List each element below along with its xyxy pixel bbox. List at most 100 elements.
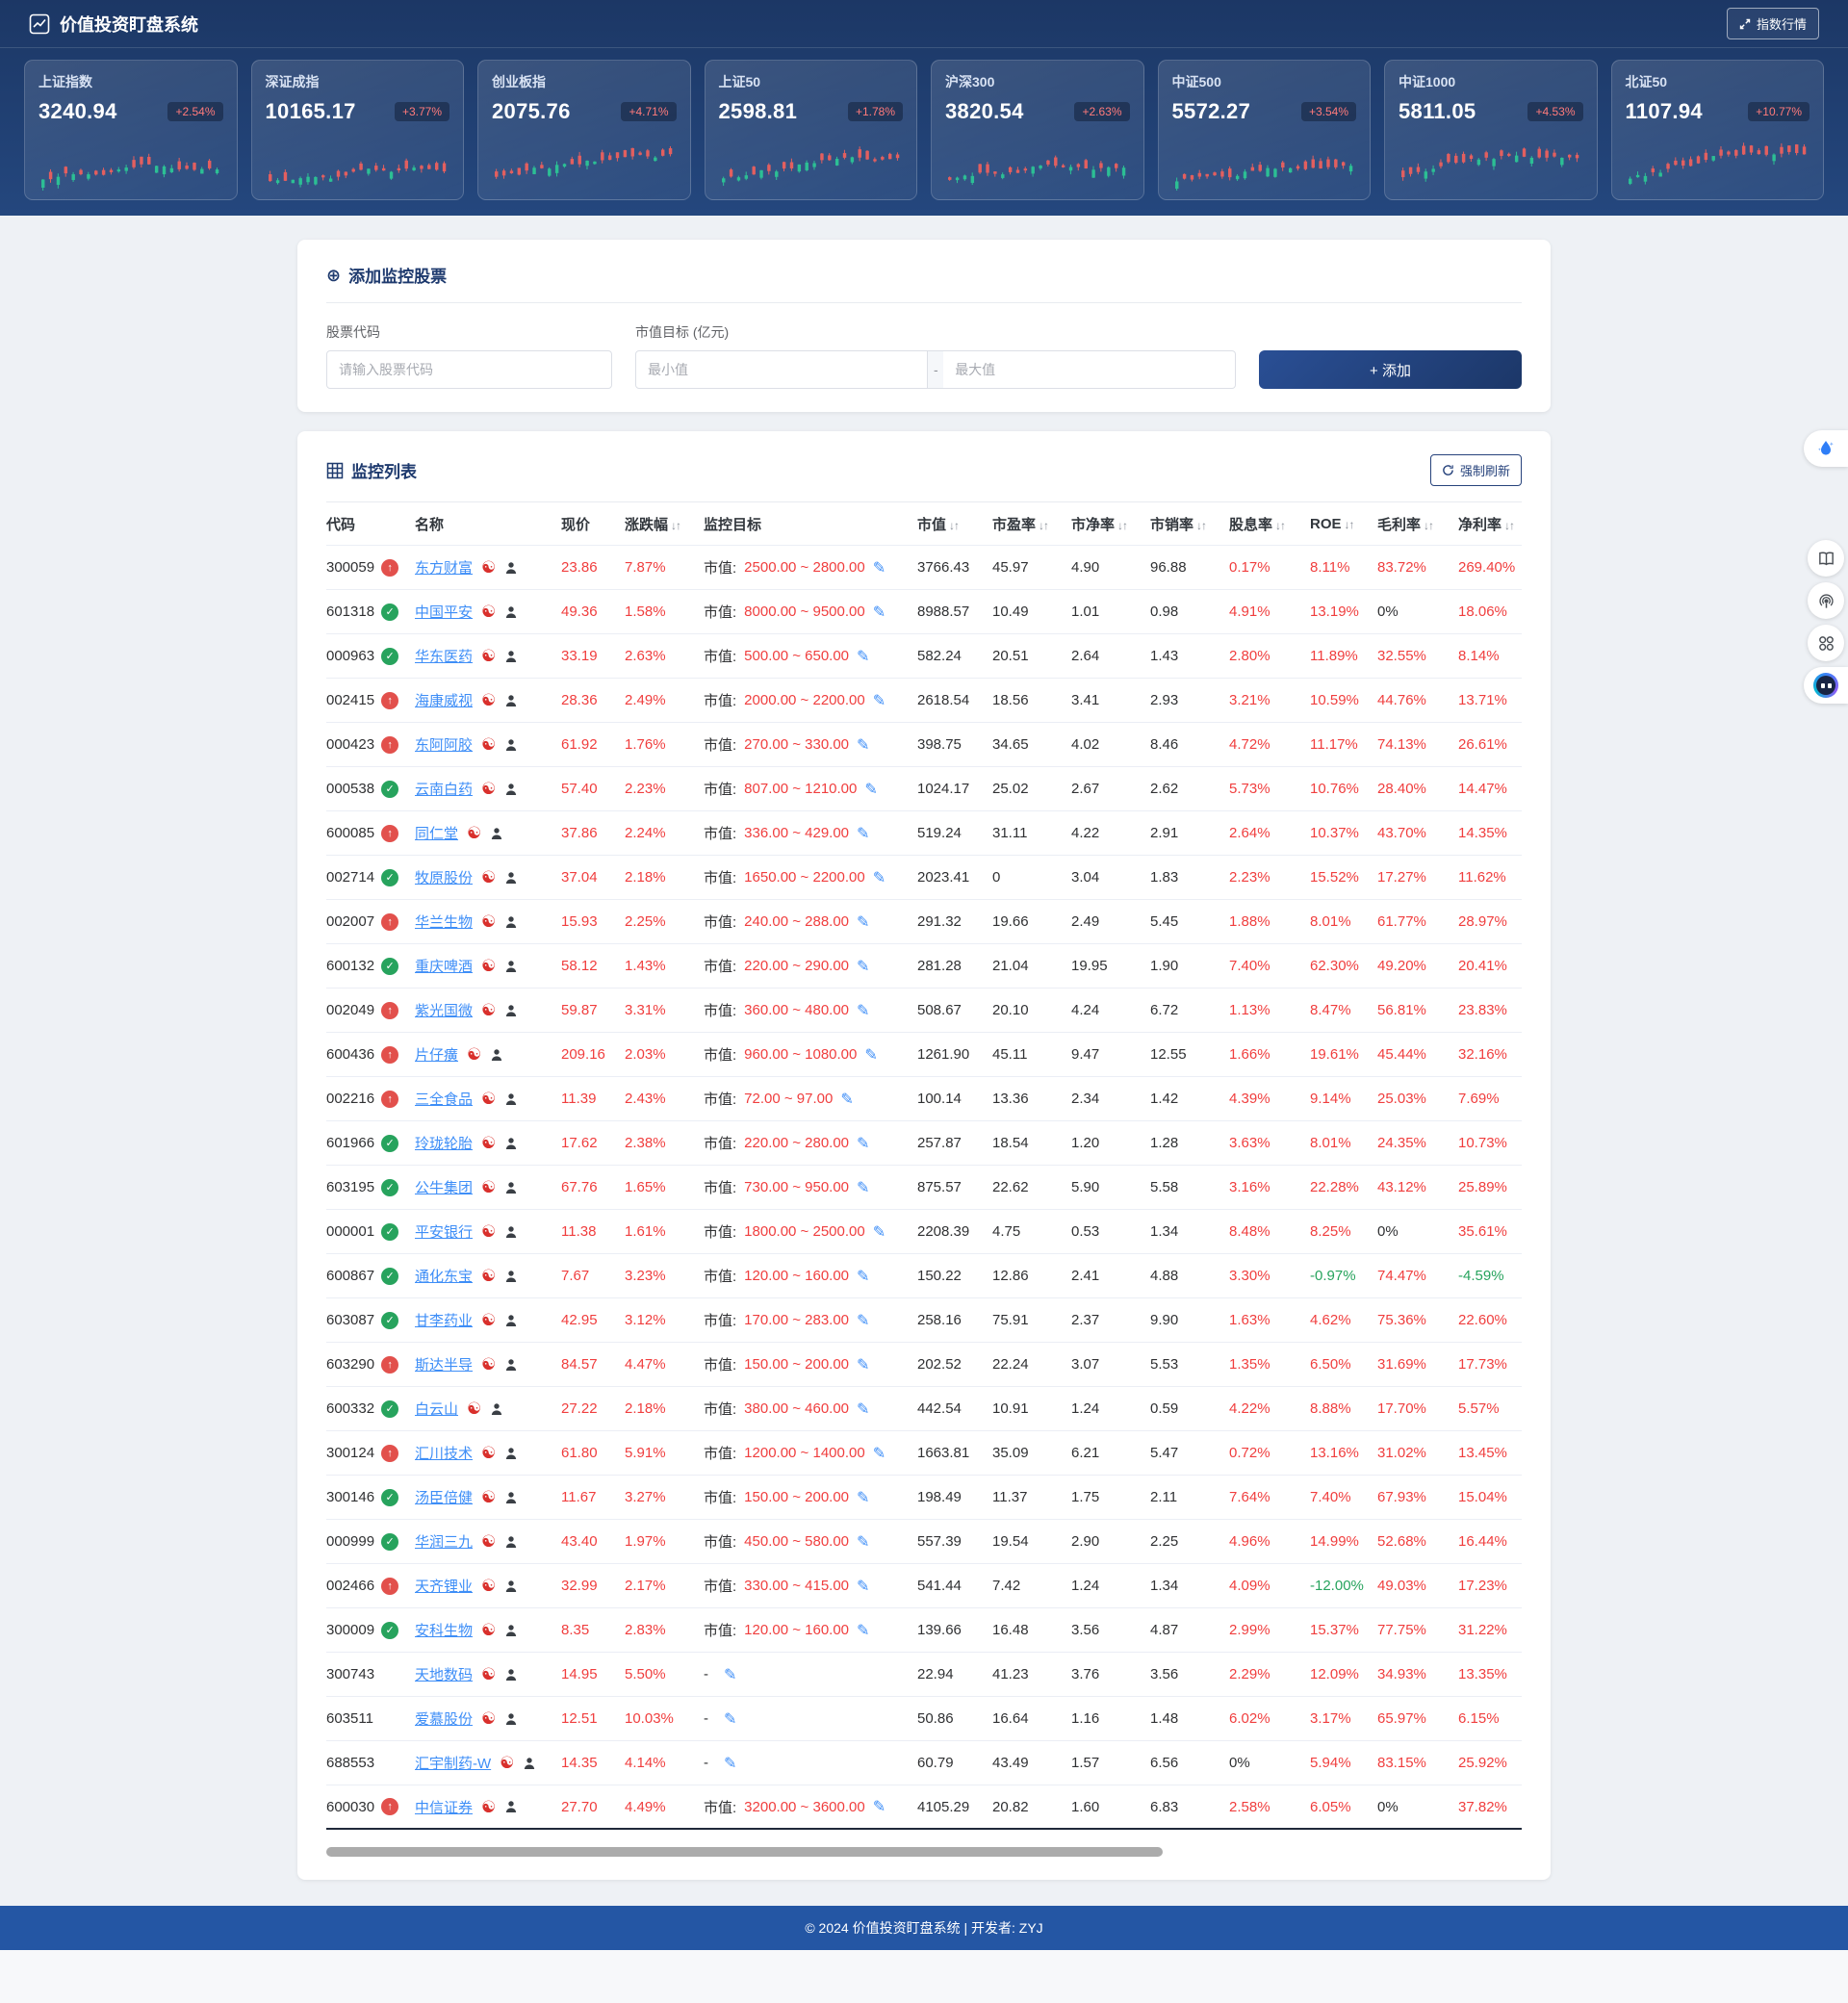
edit-pencil-icon[interactable]: ✎ (873, 603, 886, 622)
stock-name-link[interactable]: 牧原股份 (415, 867, 473, 887)
edit-pencil-icon[interactable]: ✎ (873, 868, 886, 887)
stock-code-input[interactable] (326, 350, 612, 389)
scrollbar-thumb[interactable] (326, 1847, 1163, 1857)
index-quotes-button[interactable]: 指数行情 (1727, 8, 1819, 39)
edit-pencil-icon[interactable]: ✎ (857, 957, 869, 976)
edit-pencil-icon[interactable]: ✎ (857, 1311, 869, 1330)
edit-pencil-icon[interactable]: ✎ (857, 1577, 869, 1596)
edit-pencil-icon[interactable]: ✎ (873, 1797, 886, 1816)
taiji-chart-icon[interactable]: ☯ (481, 1533, 496, 1550)
edit-pencil-icon[interactable]: ✎ (857, 1355, 869, 1374)
force-refresh-button[interactable]: 强制刷新 (1430, 454, 1522, 486)
person-icon[interactable] (504, 561, 518, 575)
stock-name-link[interactable]: 通化东宝 (415, 1266, 473, 1286)
min-value-input[interactable] (635, 350, 928, 389)
edit-pencil-icon[interactable]: ✎ (857, 647, 869, 666)
column-header[interactable]: 市净率↓↑ (1071, 514, 1150, 534)
sort-arrows-icon[interactable]: ↓↑ (1039, 519, 1048, 532)
column-header[interactable]: 市值↓↑ (917, 514, 992, 534)
person-icon[interactable] (504, 1800, 518, 1813)
person-icon[interactable] (504, 1314, 518, 1327)
edit-pencil-icon[interactable]: ✎ (857, 1001, 869, 1020)
taiji-chart-icon[interactable]: ☯ (500, 1755, 514, 1771)
person-icon[interactable] (504, 1668, 518, 1682)
taiji-chart-icon[interactable]: ☯ (481, 781, 496, 797)
taiji-chart-icon[interactable]: ☯ (481, 869, 496, 886)
taiji-chart-icon[interactable]: ☯ (481, 1489, 496, 1505)
person-icon[interactable] (504, 1137, 518, 1150)
edit-pencil-icon[interactable]: ✎ (724, 1754, 736, 1773)
stock-name-link[interactable]: 汤臣倍健 (415, 1487, 473, 1507)
stock-name-link[interactable]: 东方财富 (415, 557, 473, 578)
edit-pencil-icon[interactable]: ✎ (857, 824, 869, 843)
column-header[interactable]: 毛利率↓↑ (1377, 514, 1458, 534)
taiji-chart-icon[interactable]: ☯ (481, 1179, 496, 1195)
stock-name-link[interactable]: 重庆啤酒 (415, 956, 473, 976)
stock-name-link[interactable]: 甘李药业 (415, 1310, 473, 1330)
stock-name-link[interactable]: 云南白药 (415, 779, 473, 799)
person-icon[interactable] (504, 1181, 518, 1194)
taiji-chart-icon[interactable]: ☯ (481, 1578, 496, 1594)
taiji-chart-icon[interactable]: ☯ (481, 1091, 496, 1107)
person-icon[interactable] (504, 1535, 518, 1549)
person-icon[interactable] (504, 1004, 518, 1017)
stock-name-link[interactable]: 海康威视 (415, 690, 473, 710)
taiji-chart-icon[interactable]: ☯ (481, 692, 496, 708)
person-icon[interactable] (504, 1358, 518, 1372)
stock-name-link[interactable]: 天地数码 (415, 1664, 473, 1684)
sort-arrows-icon[interactable]: ↓↑ (671, 519, 680, 532)
edit-pencil-icon[interactable]: ✎ (873, 691, 886, 710)
robot-assistant-widget[interactable] (1804, 667, 1848, 704)
stock-name-link[interactable]: 华东医药 (415, 646, 473, 666)
stock-name-link[interactable]: 汇川技术 (415, 1443, 473, 1463)
taiji-chart-icon[interactable]: ☯ (481, 913, 496, 930)
stock-name-link[interactable]: 天齐锂业 (415, 1576, 473, 1596)
person-icon[interactable] (504, 1092, 518, 1106)
edit-pencil-icon[interactable]: ✎ (857, 1621, 869, 1640)
water-drop-widget[interactable] (1804, 430, 1848, 467)
stock-name-link[interactable]: 三全食品 (415, 1089, 473, 1109)
taiji-chart-icon[interactable]: ☯ (481, 1268, 496, 1284)
edit-pencil-icon[interactable]: ✎ (857, 1400, 869, 1419)
taiji-chart-icon[interactable]: ☯ (481, 1622, 496, 1638)
taiji-chart-icon[interactable]: ☯ (467, 1400, 481, 1417)
person-icon[interactable] (504, 915, 518, 929)
person-icon[interactable] (504, 783, 518, 796)
taiji-chart-icon[interactable]: ☯ (481, 958, 496, 974)
taiji-chart-icon[interactable]: ☯ (481, 1312, 496, 1328)
taiji-chart-icon[interactable]: ☯ (481, 1356, 496, 1373)
stock-name-link[interactable]: 玲珑轮胎 (415, 1133, 473, 1153)
person-icon[interactable] (504, 605, 518, 619)
person-icon[interactable] (504, 1712, 518, 1726)
edit-pencil-icon[interactable]: ✎ (724, 1665, 736, 1684)
taiji-chart-icon[interactable]: ☯ (481, 1223, 496, 1240)
sort-arrows-icon[interactable]: ↓↑ (949, 519, 959, 532)
person-icon[interactable] (504, 694, 518, 707)
person-icon[interactable] (523, 1757, 536, 1770)
taiji-chart-icon[interactable]: ☯ (481, 1799, 496, 1815)
taiji-chart-icon[interactable]: ☯ (481, 1710, 496, 1727)
stock-name-link[interactable]: 平安银行 (415, 1221, 473, 1242)
sort-arrows-icon[interactable]: ↓↑ (1345, 518, 1354, 531)
stock-name-link[interactable]: 爱慕股份 (415, 1708, 473, 1729)
sort-arrows-icon[interactable]: ↓↑ (1275, 519, 1285, 532)
taiji-chart-icon[interactable]: ☯ (481, 736, 496, 753)
column-header[interactable]: 净利率↓↑ (1458, 514, 1522, 534)
edit-pencil-icon[interactable]: ✎ (873, 1444, 886, 1463)
stock-name-link[interactable]: 汇宇制药-W (415, 1753, 491, 1773)
edit-pencil-icon[interactable]: ✎ (857, 1267, 869, 1286)
taiji-chart-icon[interactable]: ☯ (481, 1002, 496, 1018)
edit-pencil-icon[interactable]: ✎ (857, 735, 869, 755)
broadcast-widget[interactable] (1808, 582, 1844, 619)
person-icon[interactable] (504, 1624, 518, 1637)
edit-pencil-icon[interactable]: ✎ (724, 1709, 736, 1729)
taiji-chart-icon[interactable]: ☯ (481, 603, 496, 620)
column-header[interactable]: 市销率↓↑ (1150, 514, 1229, 534)
taiji-chart-icon[interactable]: ☯ (481, 559, 496, 576)
edit-pencil-icon[interactable]: ✎ (873, 1222, 886, 1242)
person-icon[interactable] (504, 871, 518, 885)
person-icon[interactable] (504, 1225, 518, 1239)
edit-pencil-icon[interactable]: ✎ (857, 1134, 869, 1153)
taiji-chart-icon[interactable]: ☯ (467, 1046, 481, 1063)
max-value-input[interactable] (943, 350, 1236, 389)
